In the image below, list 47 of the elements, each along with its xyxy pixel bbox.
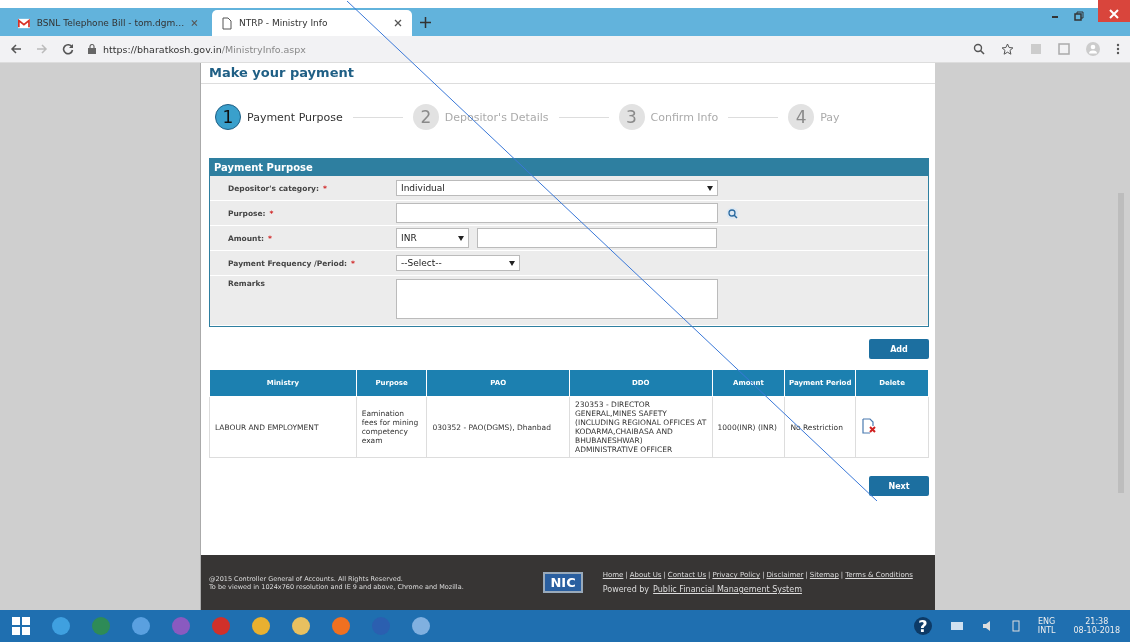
input-field[interactable] bbox=[396, 203, 718, 223]
step-number: 2 bbox=[412, 104, 439, 130]
step-label: Confirm Info bbox=[650, 110, 719, 124]
nic-logo: NIC bbox=[543, 572, 583, 593]
step-label: Pay bbox=[820, 110, 840, 124]
panel-header: Payment Purpose bbox=[210, 159, 928, 176]
close-window-button[interactable] bbox=[1098, 0, 1130, 22]
step-label: Payment Purpose bbox=[247, 110, 343, 124]
clock-time[interactable]: 21:38 bbox=[1085, 617, 1109, 626]
step-number: 4 bbox=[788, 104, 815, 130]
search-icon[interactable] bbox=[726, 206, 739, 220]
close-icon[interactable] bbox=[394, 19, 402, 27]
mail-icon bbox=[18, 17, 30, 29]
profile-icon[interactable] bbox=[1086, 42, 1100, 56]
powered-link[interactable]: Public Financial Management System bbox=[653, 585, 802, 594]
currency-dropdown[interactable]: INR bbox=[396, 228, 469, 248]
new-tab-icon[interactable] bbox=[420, 17, 431, 28]
clock-date[interactable]: 08-10-2018 bbox=[1073, 626, 1120, 635]
url-text: https://bharatkosh.gov.in/MinistryInfo.aspx bbox=[103, 43, 306, 55]
forward-icon[interactable] bbox=[36, 43, 48, 55]
network-icon[interactable] bbox=[949, 620, 964, 632]
add-button[interactable]: Add bbox=[869, 339, 929, 359]
powered-label: Powered by bbox=[602, 585, 650, 594]
help-icon[interactable]: ? bbox=[913, 617, 932, 635]
lock-icon bbox=[88, 44, 96, 54]
browser-tab[interactable]: NTRP - Ministry Info bbox=[212, 10, 412, 36]
back-icon[interactable] bbox=[10, 43, 22, 55]
star-icon[interactable] bbox=[1001, 42, 1014, 56]
dropdown[interactable]: --Select-- bbox=[396, 255, 520, 271]
page-icon bbox=[222, 16, 232, 30]
step-number: 3 bbox=[618, 104, 645, 130]
step-number: 1 bbox=[215, 104, 241, 130]
dropdown[interactable]: Individual bbox=[396, 180, 718, 196]
page-title: Make your payment bbox=[201, 63, 935, 84]
zoom-icon[interactable] bbox=[973, 43, 985, 55]
language-text[interactable]: ENG bbox=[1038, 617, 1056, 626]
reload-icon[interactable] bbox=[62, 43, 74, 55]
remarks-field[interactable] bbox=[396, 279, 718, 319]
close-icon[interactable] bbox=[191, 19, 198, 27]
amount-field[interactable] bbox=[477, 228, 717, 248]
menu-icon[interactable] bbox=[1116, 43, 1120, 55]
restore-icon[interactable] bbox=[1074, 11, 1084, 21]
windows-icon[interactable] bbox=[10, 615, 32, 637]
delete-icon[interactable] bbox=[861, 418, 878, 434]
layout-text[interactable]: INTL bbox=[1037, 626, 1056, 635]
battery-icon[interactable] bbox=[1011, 620, 1020, 632]
next-button[interactable]: Next bbox=[869, 476, 929, 496]
